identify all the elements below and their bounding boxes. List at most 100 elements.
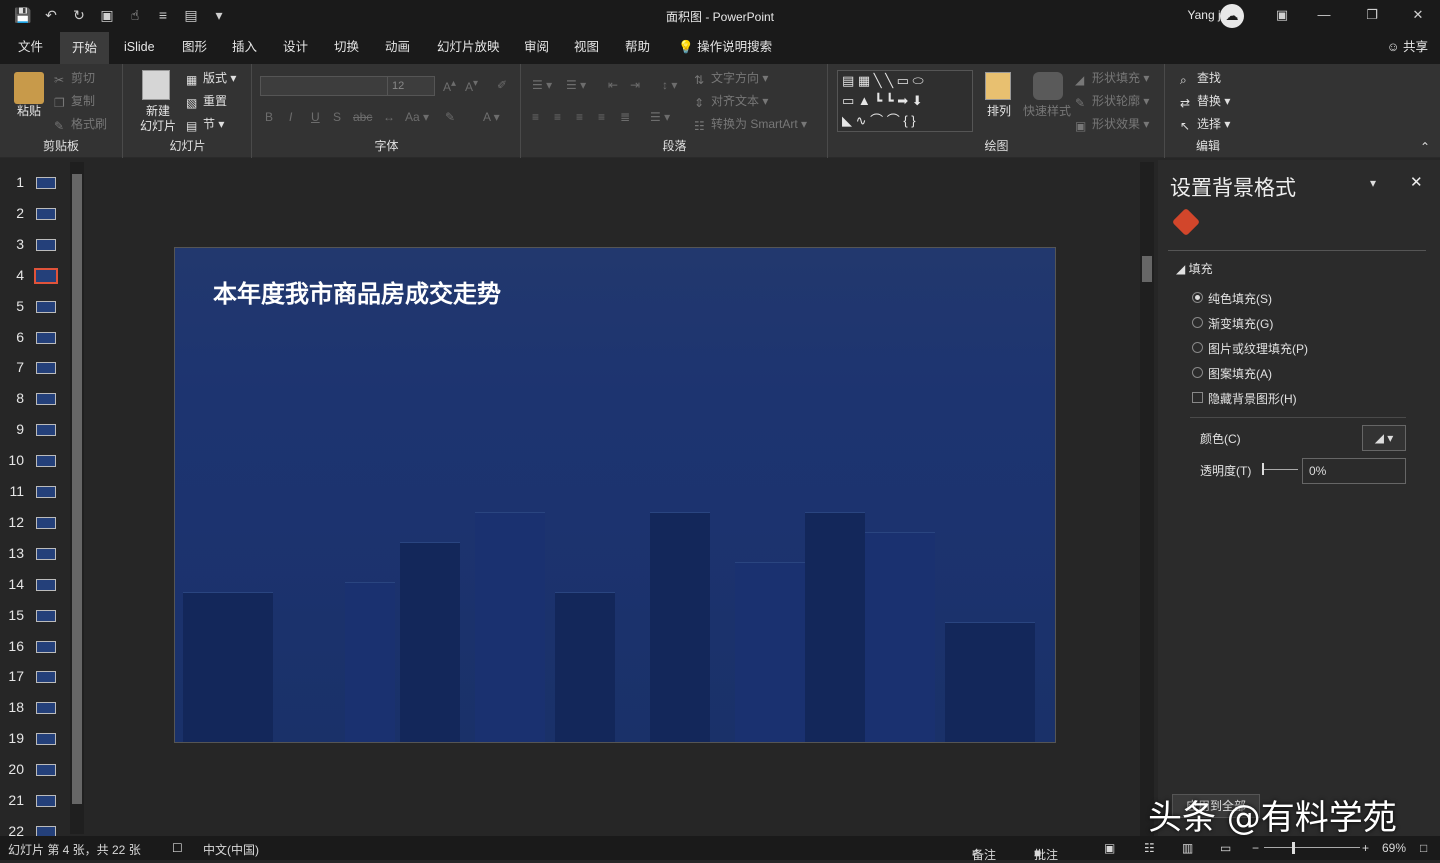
layout-button[interactable]: ▦ 版式 ▾ bbox=[186, 68, 236, 88]
tab-shapes[interactable]: 图形 bbox=[170, 32, 219, 64]
hide-graphics-checkbox[interactable] bbox=[1192, 392, 1203, 403]
fill-section-header[interactable]: ◢ 填充 bbox=[1176, 260, 1213, 277]
tab-view[interactable]: 视图 bbox=[562, 32, 611, 64]
zoom-in-icon[interactable]: + bbox=[1362, 841, 1369, 855]
hide-graphics-label[interactable]: 隐藏背景图形(H) bbox=[1208, 390, 1297, 407]
thumbnail-item[interactable]: 3 bbox=[0, 234, 70, 254]
font-color-icon[interactable]: A ▾ bbox=[483, 110, 500, 124]
char-spacing-icon[interactable]: ↔ bbox=[383, 110, 395, 124]
increase-indent-icon[interactable]: ⇥ bbox=[630, 78, 640, 92]
thumbnail-preview[interactable] bbox=[36, 516, 56, 529]
tab-design[interactable]: 设计 bbox=[271, 32, 320, 64]
thumbnail-preview[interactable] bbox=[36, 733, 56, 746]
shrink-font-icon[interactable]: A▾ bbox=[465, 78, 478, 94]
distribute-icon[interactable]: ≣ bbox=[620, 110, 630, 124]
line-spacing-icon[interactable]: ↕ ▾ bbox=[662, 78, 677, 92]
thumbnail-item[interactable]: 14 bbox=[0, 574, 70, 594]
thumbnail-item[interactable]: 20 bbox=[0, 759, 70, 779]
transparency-slider-handle[interactable] bbox=[1262, 463, 1264, 475]
canvas-scroll-thumb[interactable] bbox=[1142, 256, 1152, 282]
change-case-icon[interactable]: Aa ▾ bbox=[405, 110, 429, 124]
thumbnail-item[interactable]: 2 bbox=[0, 203, 70, 223]
align-center-icon[interactable]: ≡ bbox=[554, 110, 561, 124]
color-picker-button[interactable]: ◢ ▾ bbox=[1362, 425, 1406, 451]
font-size-box[interactable]: 12 bbox=[387, 76, 435, 96]
font-name-box[interactable] bbox=[260, 76, 388, 96]
tab-review[interactable]: 审阅 bbox=[512, 32, 561, 64]
thumbnail-preview[interactable] bbox=[36, 238, 56, 251]
smartart-button[interactable]: ☷ 转换为 SmartArt ▾ bbox=[694, 114, 807, 134]
section-button[interactable]: ▤ 节 ▾ bbox=[186, 114, 224, 134]
thumbnail-preview[interactable] bbox=[36, 795, 56, 807]
tab-animations[interactable]: 动画 bbox=[373, 32, 422, 64]
solid-fill-radio[interactable] bbox=[1192, 292, 1203, 303]
thumbnail-item[interactable]: 17 bbox=[0, 666, 70, 686]
thumbnail-item[interactable]: 6 bbox=[0, 327, 70, 347]
ribbon-display-icon[interactable]: ▣ bbox=[1270, 4, 1294, 26]
collapse-ribbon-icon[interactable]: ⌃ bbox=[1420, 140, 1430, 154]
find-button[interactable]: ⌕ 查找 bbox=[1180, 68, 1221, 88]
bold-icon[interactable]: B bbox=[265, 110, 273, 124]
copy-button[interactable]: ❐ 复制 bbox=[54, 91, 95, 111]
thumbnail-preview[interactable] bbox=[36, 207, 56, 220]
thumbnail-item[interactable]: 19 bbox=[0, 728, 70, 748]
language-indicator[interactable]: 中文(中国) bbox=[203, 841, 259, 858]
replace-button[interactable]: ⇄ 替换 ▾ bbox=[1180, 91, 1230, 111]
thumbnail-preview[interactable] bbox=[36, 547, 56, 560]
slide-canvas[interactable]: 本年度我市商品房成交走势 bbox=[174, 247, 1056, 743]
thumbnail-item[interactable]: 12 bbox=[0, 512, 70, 532]
pattern-fill-radio[interactable] bbox=[1192, 367, 1203, 378]
decrease-indent-icon[interactable]: ⇤ bbox=[608, 78, 618, 92]
normal-view-icon[interactable]: ▣ bbox=[1104, 841, 1115, 855]
zoom-out-icon[interactable]: − bbox=[1252, 841, 1259, 855]
paste-button[interactable]: 粘贴 bbox=[8, 104, 50, 119]
text-direction-button[interactable]: ⇅ 文字方向 ▾ bbox=[694, 68, 768, 88]
pane-options-icon[interactable]: ▾ bbox=[1370, 176, 1376, 190]
gradient-fill-radio[interactable] bbox=[1192, 317, 1203, 328]
bullets-icon[interactable]: ☰ ▾ bbox=[532, 78, 552, 92]
reading-view-icon[interactable]: ▥ bbox=[1182, 841, 1193, 855]
thumbnail-preview[interactable] bbox=[36, 362, 56, 375]
tab-insert[interactable]: 插入 bbox=[220, 32, 269, 64]
italic-icon[interactable]: I bbox=[289, 110, 292, 124]
thumbnail-preview[interactable] bbox=[36, 764, 56, 777]
thumbnail-preview[interactable] bbox=[34, 267, 58, 284]
highlight-icon[interactable]: ✎ bbox=[445, 110, 455, 124]
minimize-icon[interactable]: — bbox=[1312, 4, 1336, 26]
thumbnail-preview[interactable] bbox=[36, 671, 56, 684]
thumbnail-preview[interactable] bbox=[36, 640, 56, 653]
accessibility-icon[interactable]: ☐ bbox=[172, 841, 183, 855]
tab-islide[interactable]: iSlide bbox=[112, 32, 167, 64]
thumbnail-preview[interactable] bbox=[36, 393, 56, 406]
quick-styles-button[interactable]: 快速样式 bbox=[1019, 104, 1075, 119]
thumbnail-item[interactable]: 13 bbox=[0, 543, 70, 563]
zoom-slider-handle[interactable] bbox=[1292, 842, 1295, 854]
align-left-icon[interactable]: ≡ bbox=[532, 110, 539, 124]
numbering-icon[interactable]: ☰ ▾ bbox=[566, 78, 586, 92]
format-painter-button[interactable]: ✎ 格式刷 bbox=[54, 114, 107, 134]
picture-fill-radio[interactable] bbox=[1192, 342, 1203, 353]
thumbnail-item[interactable]: 16 bbox=[0, 636, 70, 656]
fill-category-icon[interactable] bbox=[1171, 207, 1201, 237]
paste-icon[interactable] bbox=[14, 72, 44, 104]
thumbnail-item[interactable]: 8 bbox=[0, 388, 70, 408]
thumbnail-preview[interactable] bbox=[36, 300, 56, 313]
close-icon[interactable]: ✕ bbox=[1406, 4, 1430, 26]
thumbnail-item[interactable]: 21 bbox=[0, 790, 70, 810]
shape-fill-button[interactable]: ◢ 形状填充 ▾ bbox=[1075, 68, 1149, 88]
thumbnail-preview[interactable] bbox=[36, 424, 56, 437]
tab-file[interactable]: 文件 bbox=[6, 32, 55, 64]
tab-help[interactable]: 帮助 bbox=[613, 32, 662, 64]
zoom-level[interactable]: 69% bbox=[1382, 841, 1406, 855]
avatar[interactable]: ☁ bbox=[1220, 4, 1244, 28]
tab-slideshow[interactable]: 幻灯片放映 bbox=[425, 32, 512, 64]
transparency-slider[interactable] bbox=[1262, 469, 1298, 470]
underline-icon[interactable]: U bbox=[311, 110, 320, 124]
thumbnails-scroll-thumb[interactable] bbox=[72, 174, 82, 804]
thumbnails-scrollbar[interactable] bbox=[70, 162, 84, 834]
fit-to-window-icon[interactable]: □ bbox=[1420, 841, 1427, 855]
tab-transitions[interactable]: 切换 bbox=[322, 32, 371, 64]
new-slide-button[interactable]: 新建 幻灯片 bbox=[128, 104, 188, 134]
shape-effects-button[interactable]: ▣ 形状效果 ▾ bbox=[1075, 114, 1149, 134]
select-button[interactable]: ↖ 选择 ▾ bbox=[1180, 114, 1230, 134]
